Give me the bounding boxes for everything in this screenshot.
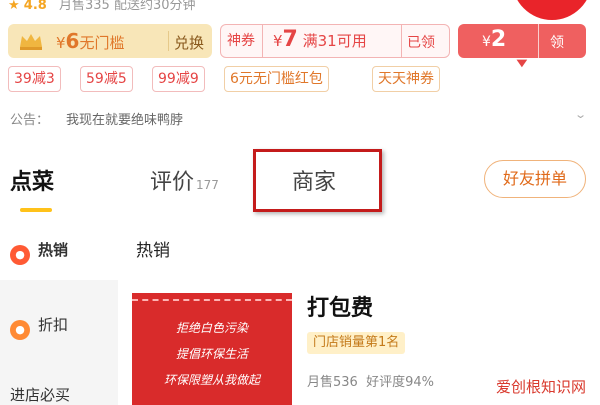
- tab-order[interactable]: 点菜: [10, 164, 54, 196]
- product-stats: 月售536 好评度94%: [307, 371, 434, 390]
- divider: [538, 24, 539, 58]
- member-coupon[interactable]: ¥6无门槛 兑换: [8, 24, 212, 58]
- shop-meta-line: ★ 4.8 月售335 配送约30分钟: [8, 0, 195, 13]
- divider: [168, 31, 169, 51]
- divider: [401, 25, 402, 57]
- shop-rating: 4.8: [23, 0, 47, 13]
- crown-icon: [20, 34, 42, 50]
- product-image-text: 环保限塑从我做起: [163, 373, 260, 387]
- notice-label: 公告：: [10, 113, 50, 128]
- discount-chip: 99减9: [152, 66, 205, 92]
- tab-reviews[interactable]: 评价 177: [150, 164, 219, 196]
- product-image[interactable]: 拒绝白色污染 提倡环保生活 环保限塑从我做起: [132, 293, 292, 405]
- chevron-down-icon[interactable]: ⌄: [574, 108, 587, 121]
- shop-monthly-sales: 月售335: [58, 0, 110, 13]
- highlight-annotation: [253, 149, 382, 212]
- tab-reviews-label: 评价: [150, 170, 195, 195]
- tab-active-indicator: [20, 208, 52, 212]
- group-order-button[interactable]: 好友拼单: [484, 160, 586, 198]
- discount-chip: 39减3: [8, 66, 61, 92]
- sidebar-item-must-buy[interactable]: 进店必买: [10, 384, 70, 405]
- claimed-button[interactable]: 已领: [407, 32, 435, 52]
- star-icon: ★: [8, 0, 20, 13]
- product-image-text: 提倡环保生活: [175, 347, 248, 361]
- dashed-border: [132, 299, 292, 301]
- divider: [262, 25, 263, 57]
- red-coupon-value: ¥2: [482, 27, 507, 52]
- sales-rank-badge: 门店销量第1名: [307, 332, 406, 354]
- sidebar-item-discount[interactable]: ● 折扣: [10, 314, 68, 340]
- discount-icon: ●: [10, 320, 30, 340]
- product-image-text: 拒绝白色污染: [175, 321, 248, 335]
- product-rating: 好评度94%: [366, 375, 434, 390]
- member-coupon-value: ¥6无门槛: [56, 29, 125, 53]
- red-packet-chip: 6元无门槛红包: [224, 66, 329, 92]
- god-coupon[interactable]: 神券 ¥7 满31可用 已领: [220, 24, 450, 58]
- product-name[interactable]: 打包费: [307, 290, 373, 322]
- red-coupon[interactable]: ¥2 领: [458, 24, 586, 58]
- review-count: 177: [196, 178, 219, 192]
- shop-delivery-time: 配送约30分钟: [113, 0, 196, 13]
- sidebar-item-label: 热销: [38, 241, 69, 259]
- sidebar-item-hot[interactable]: ● 热销: [10, 239, 68, 265]
- watermark: 爱创根知识网: [496, 378, 587, 396]
- daily-coupon-chip: 天天神券: [372, 66, 440, 92]
- chevron-down-icon[interactable]: ▼: [516, 58, 527, 69]
- fire-icon: ●: [10, 245, 30, 265]
- product-monthly-sales: 月售536: [307, 375, 358, 390]
- discount-chip: 59减5: [80, 66, 133, 92]
- exchange-button[interactable]: 兑换: [174, 32, 204, 53]
- shop-logo-edge: [512, 0, 592, 20]
- sidebar-item-label: 折扣: [38, 316, 69, 334]
- god-coupon-value: ¥7 满31可用: [273, 27, 367, 52]
- god-coupon-tag: 神券: [227, 33, 255, 49]
- notice-text: 我现在就要绝味鸭脖: [66, 113, 184, 128]
- section-title: 热销: [136, 241, 170, 261]
- sidebar-item-label: 进店必买: [10, 386, 71, 404]
- claim-button[interactable]: 领: [550, 32, 564, 52]
